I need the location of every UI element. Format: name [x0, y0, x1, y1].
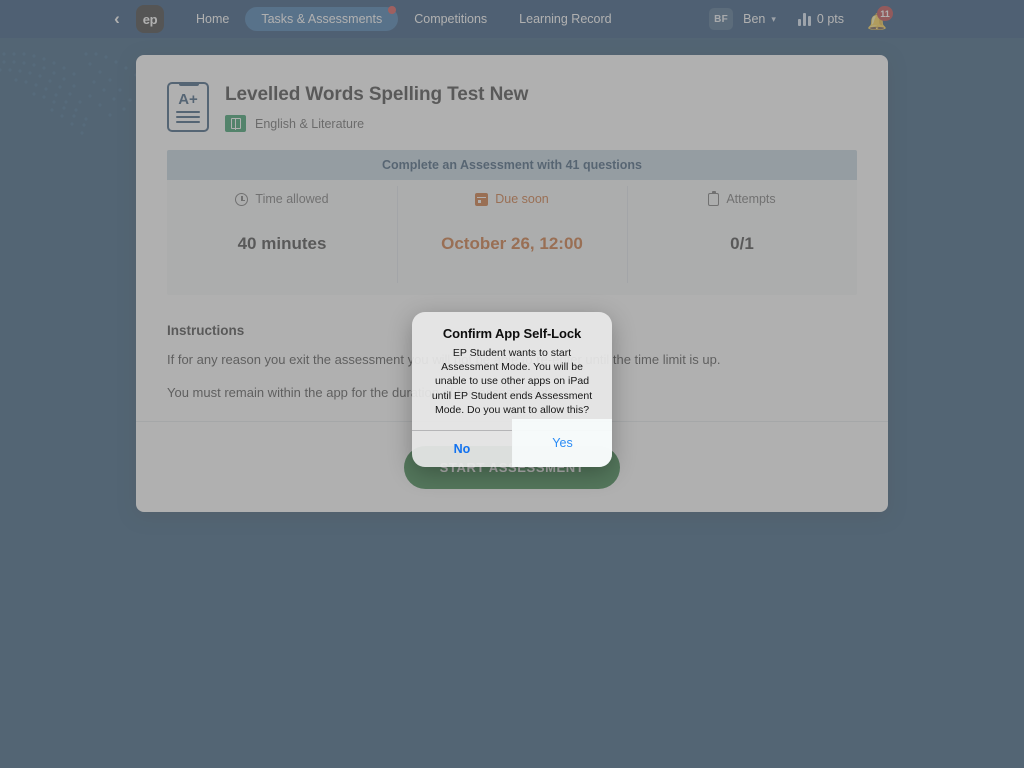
avatar[interactable]: BF: [709, 8, 734, 30]
alert-no-button[interactable]: No: [412, 431, 512, 467]
stat-attempts: Attempts 0/1: [627, 180, 857, 295]
nav-link-home-label: Home: [196, 12, 230, 26]
assessment-header: A+ Levelled Words Spelling Test New Engl…: [136, 55, 888, 132]
subject-label: English & Literature: [255, 116, 365, 131]
user-name-label[interactable]: Ben: [743, 12, 765, 26]
nav-link-learning-record-label: Learning Record: [519, 12, 612, 26]
page-root: ‹ ep Home Tasks & Assessments Competitio…: [0, 0, 1024, 768]
notification-dot-icon: [388, 6, 397, 14]
stat-due-soon: Due soon October 26, 12:00: [397, 180, 627, 295]
stat-attempts-value: 0/1: [730, 234, 754, 253]
stat-time-allowed-value: 40 minutes: [237, 234, 327, 253]
nav-link-learning-record[interactable]: Learning Record: [503, 7, 627, 31]
book-icon: [225, 115, 246, 132]
nav-right-cluster: BF Ben ▾ 0 pts 🔔 11: [709, 0, 893, 38]
nav-links: Home Tasks & Assessments Competitions Le…: [180, 0, 628, 38]
nav-link-tasks-assessments[interactable]: Tasks & Assessments: [245, 6, 399, 31]
alert-body: Confirm App Self-Lock EP Student wants t…: [412, 312, 612, 430]
grade-text: A+: [178, 91, 198, 108]
back-chevron-icon[interactable]: ‹: [108, 9, 126, 29]
confirm-app-self-lock-dialog: Confirm App Self-Lock EP Student wants t…: [412, 312, 612, 467]
nav-link-home[interactable]: Home: [180, 7, 245, 31]
stat-time-allowed: Time allowed 40 minutes: [167, 180, 397, 295]
top-navigation-bar: ‹ ep Home Tasks & Assessments Competitio…: [0, 0, 1024, 38]
stat-due-soon-label: Due soon: [495, 192, 549, 206]
assessment-summary-band: Complete an Assessment with 41 questions: [167, 150, 857, 180]
alert-buttons: No Yes: [412, 418, 612, 467]
alert-yes-button[interactable]: Yes: [512, 418, 612, 467]
bar-chart-icon: [797, 12, 811, 26]
nav-link-competitions[interactable]: Competitions: [398, 7, 503, 31]
alert-title: Confirm App Self-Lock: [442, 326, 582, 341]
clipboard-icon: [708, 190, 720, 206]
ep-logo[interactable]: ep: [136, 5, 164, 33]
assessment-summary-text: Complete an Assessment with 41 questions: [381, 158, 643, 172]
subject-row: English & Literature: [225, 115, 528, 132]
assessment-stats: Time allowed 40 minutes Due soon October…: [167, 180, 857, 295]
chevron-down-icon[interactable]: ▾: [771, 14, 776, 25]
points-indicator[interactable]: 0 pts: [797, 12, 844, 26]
page-title: Levelled Words Spelling Test New: [225, 84, 529, 105]
nav-link-competitions-label: Competitions: [414, 12, 488, 26]
points-label: 0 pts: [816, 12, 844, 26]
calendar-icon: [475, 192, 489, 206]
notification-badge: 11: [877, 6, 893, 21]
stat-due-soon-value: October 26, 12:00: [441, 234, 583, 253]
stat-attempts-label: Attempts: [726, 192, 776, 206]
assessment-document-icon: A+: [167, 82, 209, 132]
nav-link-tasks-assessments-label: Tasks & Assessments: [261, 12, 383, 26]
notifications-button[interactable]: 🔔 11: [866, 6, 893, 31]
stat-time-allowed-label: Time allowed: [255, 192, 329, 206]
title-block: Levelled Words Spelling Test New English…: [225, 82, 528, 132]
alert-message: EP Student wants to start Assessment Mod…: [431, 347, 593, 416]
clock-icon: [235, 192, 249, 206]
